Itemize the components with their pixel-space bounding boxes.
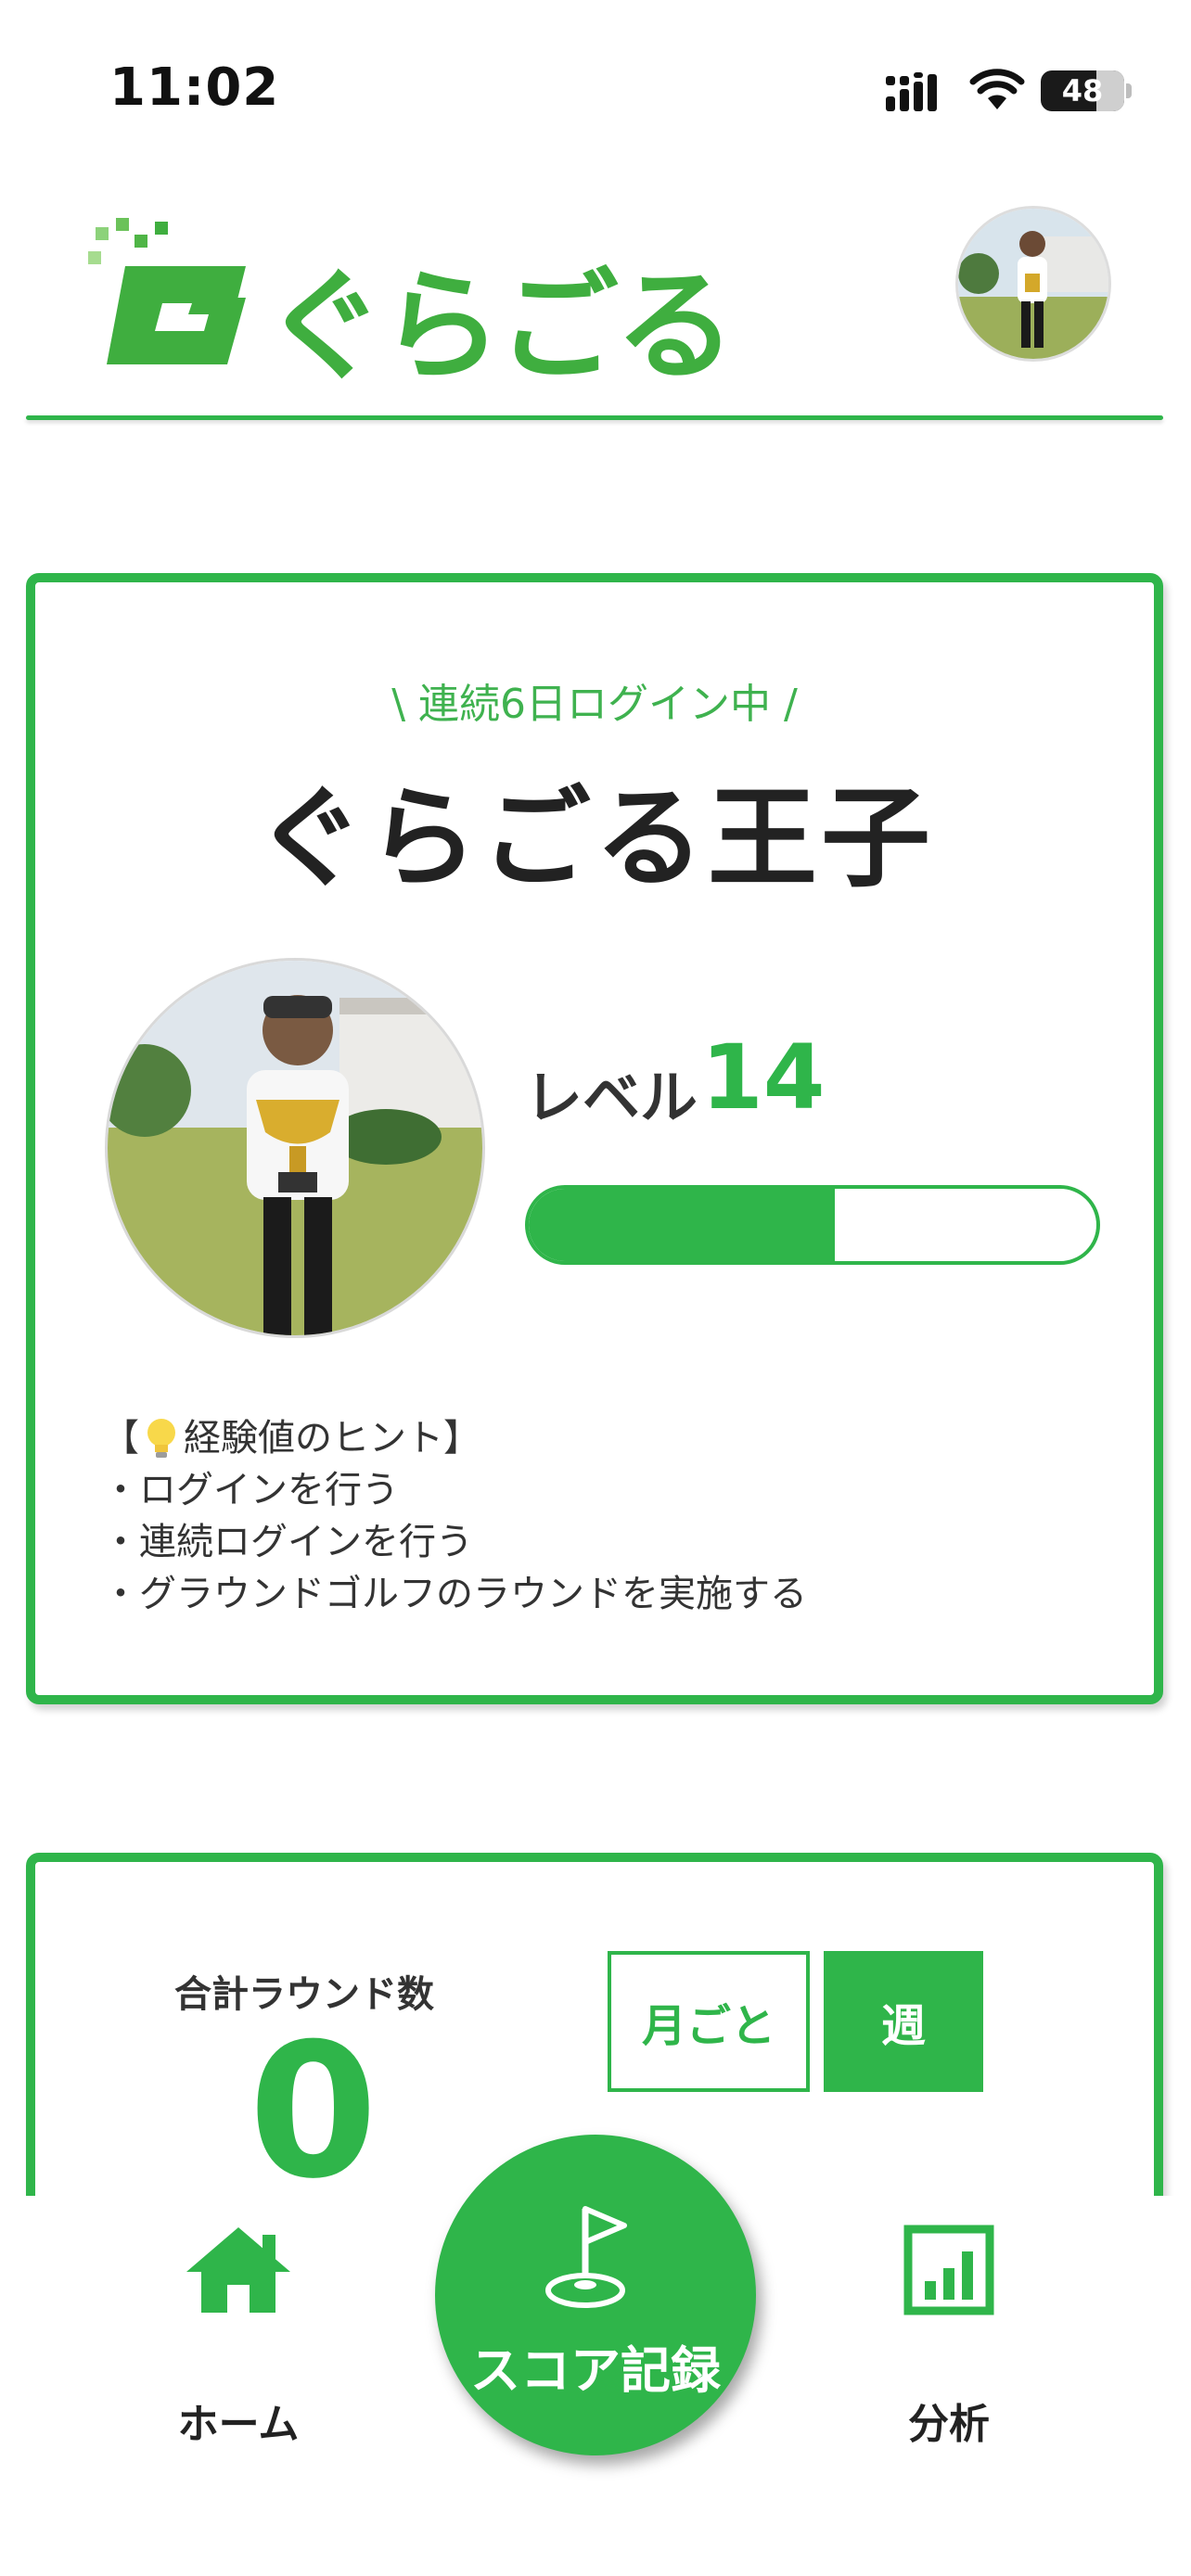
nav-analysis-label: 分析	[908, 2401, 990, 2448]
battery-level: 48	[1061, 73, 1104, 108]
logo-g-icon	[88, 218, 246, 364]
player-title: ぐらごる王子	[254, 774, 934, 902]
score-record-button[interactable]: スコア記録	[435, 2135, 756, 2455]
level-label: レベル	[525, 1064, 698, 1131]
header-divider	[26, 415, 1163, 420]
battery-icon: 48	[1041, 70, 1132, 111]
period-week-button[interactable]: 週	[824, 1951, 983, 2092]
nav-analysis[interactable]: 分析	[838, 2224, 1060, 2448]
total-rounds-value: 0	[249, 2004, 378, 2220]
level-value: 14	[701, 1026, 826, 1129]
login-streak-text: \ 連続6日ログイン中 /	[391, 681, 798, 728]
logo-text: ぐらごる	[264, 256, 736, 397]
profile-card: \ 連続6日ログイン中 / ぐらごる王子 レベル 14 【 経験値のヒント】 ・…	[26, 573, 1163, 1704]
profile-photo	[105, 958, 485, 1338]
nav-home[interactable]: ホーム	[127, 2224, 350, 2448]
status-time: 11:02	[109, 57, 280, 118]
experience-progress-bar	[525, 1185, 1100, 1265]
hints-heading: 経験値のヒント】	[184, 1417, 480, 1460]
app-header: ぐらごる	[0, 195, 1191, 422]
score-record-label: スコア記録	[470, 2341, 721, 2400]
golf-flag-icon	[545, 2206, 627, 2308]
hints-open-bracket: 【	[102, 1417, 139, 1460]
nav-home-label: ホーム	[177, 2401, 300, 2448]
hint-item: ・ログインを行う	[102, 1469, 399, 1511]
wifi-icon	[969, 69, 1025, 109]
bar-chart-icon	[903, 2225, 994, 2315]
status-bar: 11:02 48	[0, 0, 1191, 176]
period-month-button[interactable]: 月ごと	[608, 1951, 810, 2092]
experience-hints: 【 経験値のヒント】 ・ログインを行う ・連続ログインを行う ・グラウンドゴルフ…	[102, 1412, 807, 1620]
experience-progress-fill	[529, 1189, 836, 1261]
hint-item: ・連続ログインを行う	[102, 1521, 473, 1563]
cellular-signal-icon	[886, 72, 937, 111]
hint-item: ・グラウンドゴルフのラウンドを実施する	[102, 1573, 807, 1615]
header-avatar[interactable]	[955, 206, 1111, 362]
app-logo[interactable]: ぐらごる	[88, 218, 736, 397]
lightbulb-icon	[147, 1419, 175, 1458]
home-icon	[186, 2227, 290, 2313]
hints-heading-row: 【 経験値のヒント】	[102, 1412, 807, 1464]
